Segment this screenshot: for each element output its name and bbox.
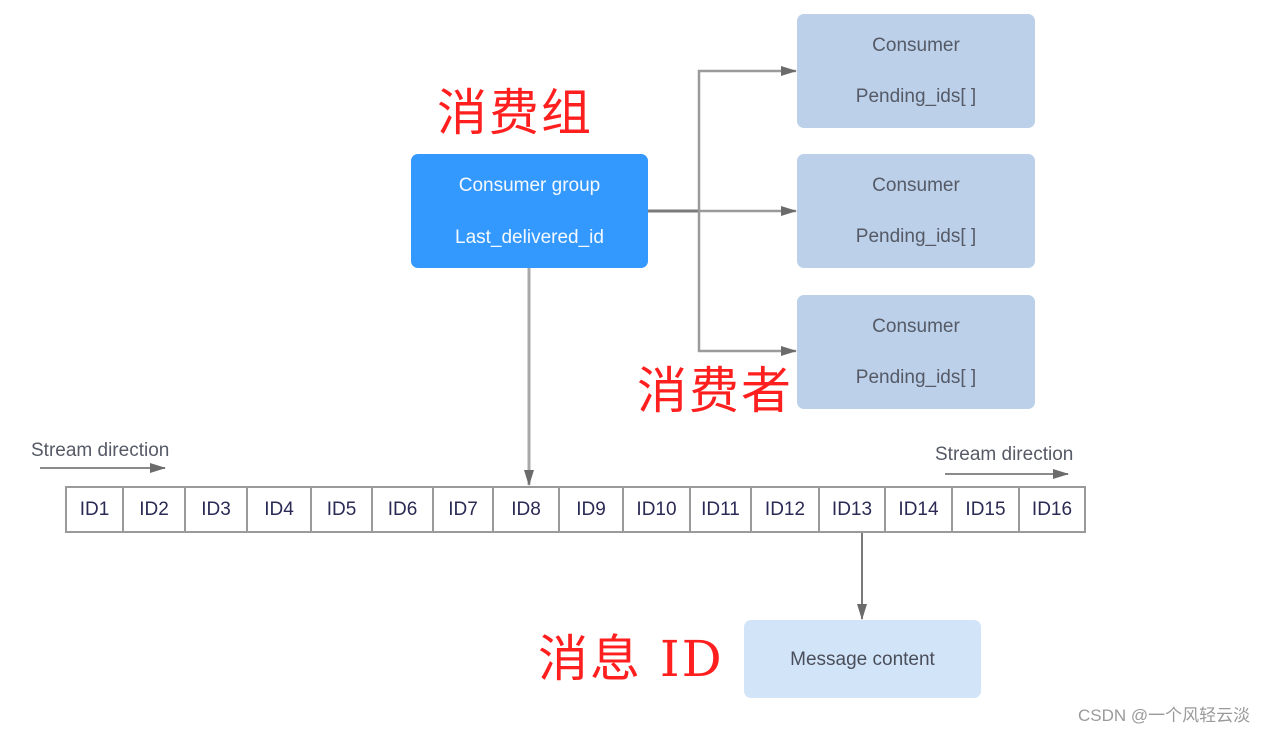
consumer-title: Consumer — [872, 175, 960, 196]
consumer-box-3: Consumer Pending_ids[ ] — [797, 295, 1035, 409]
consumer-field: Pending_ids[ ] — [855, 226, 977, 247]
consumer-box-1: Consumer Pending_ids[ ] — [797, 14, 1035, 128]
consumer-field: Pending_ids[ ] — [855, 367, 977, 388]
consumer-group-field: Last_delivered_id — [455, 226, 604, 248]
stream-direction-label-left: Stream direction — [31, 440, 170, 461]
consumer-title: Consumer — [872, 316, 960, 337]
stream-id-cell-id1: ID1 — [67, 488, 124, 531]
stream-id-cell-id14: ID14 — [886, 488, 953, 531]
stream-id-cell-id3: ID3 — [186, 488, 248, 531]
message-content-box: Message content — [744, 620, 981, 698]
consumer-group-annotation: 消费组 — [437, 84, 593, 142]
stream-id-cell-id13: ID13 — [820, 488, 886, 531]
consumer-group-box: Consumer group Last_delivered_id — [411, 154, 648, 268]
stream-id-cell-id12: ID12 — [752, 488, 820, 531]
stream-id-cell-id4: ID4 — [248, 488, 312, 531]
stream-id-cell-id8: ID8 — [494, 488, 560, 531]
stream-id-cell-id9: ID9 — [560, 488, 624, 531]
message-id-annotation: 消息 ID — [538, 630, 724, 688]
stream-id-cell-id10: ID10 — [624, 488, 691, 531]
stream-id-cell-id7: ID7 — [434, 488, 494, 531]
consumer-annotation: 消费者 — [637, 362, 793, 420]
stream-id-cell-id11: ID11 — [691, 488, 752, 531]
consumer-title: Consumer — [872, 35, 960, 56]
stream-id-cell-id6: ID6 — [373, 488, 434, 531]
message-content-label: Message content — [790, 648, 935, 670]
stream-id-row: ID1 ID2 ID3 ID4 ID5 ID6 ID7 ID8 ID9 ID10 ID11 ID12 I… — [65, 486, 1086, 533]
watermark: CSDN @一个风轻云淡 — [1078, 706, 1251, 725]
consumer-box-2: Consumer Pending_ids[ ] — [797, 154, 1035, 268]
stream-id-cell-id2: ID2 — [124, 488, 186, 531]
stream-id-cell-id5: ID5 — [312, 488, 373, 531]
stream-id-cell-id15: ID15 — [953, 488, 1020, 531]
consumer-group-title: Consumer group — [458, 174, 601, 196]
stream-direction-label-right: Stream direction — [935, 444, 1074, 465]
stream-id-cell-id16: ID16 — [1020, 488, 1086, 531]
consumer-field: Pending_ids[ ] — [855, 86, 977, 107]
